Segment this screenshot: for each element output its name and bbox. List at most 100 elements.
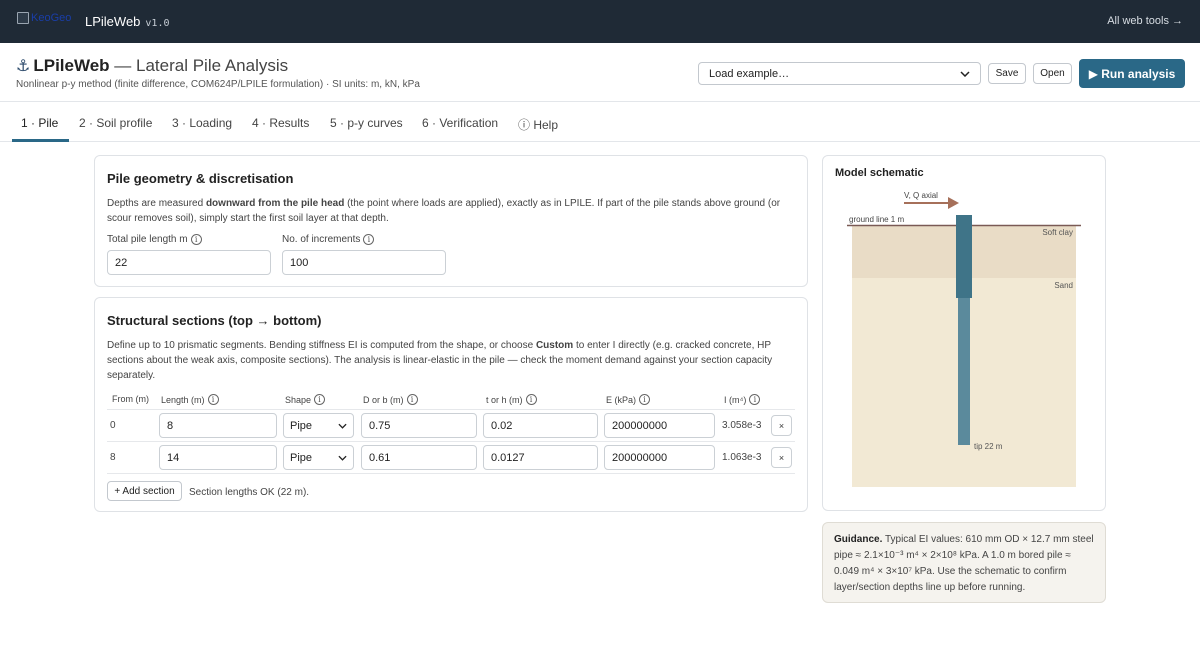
open-button[interactable]: Open xyxy=(1033,63,1072,84)
pile-upper-section xyxy=(956,215,972,298)
sand-label: Sand xyxy=(1054,281,1073,290)
tab-py-curves[interactable]: 5 · p-y curves xyxy=(330,116,403,130)
column-header-from: From (m) xyxy=(112,394,149,404)
column-header-from-text: From (m) xyxy=(112,394,149,404)
info-icon[interactable]: i xyxy=(406,394,418,405)
brand-name: LPileWeb v1.0 xyxy=(85,14,170,29)
column-header-diameter: D or b (m) i xyxy=(363,394,418,405)
pile-tip-label: tip 22 m xyxy=(974,442,1003,451)
app-header: ⚓ LPileWeb — Lateral Pile Analysis Nonlin… xyxy=(0,43,1200,102)
row-thickness-input[interactable]: 0.0127 xyxy=(483,445,598,470)
info-icon[interactable]: i xyxy=(190,234,202,245)
ground-line-label: ground line 1 m xyxy=(849,215,904,224)
desc-text-a: Depths are measured xyxy=(107,198,206,209)
row-modulus-input[interactable]: 200000000 xyxy=(604,445,715,470)
row-diameter-input[interactable]: 0.61 xyxy=(361,445,477,470)
pile-length-input[interactable]: 22 xyxy=(107,250,271,275)
version-label: v1.0 xyxy=(145,18,170,29)
remove-section-button[interactable]: × xyxy=(771,447,792,468)
pile-geometry-title: Pile geometry & discretisation xyxy=(107,171,294,186)
row-divider xyxy=(107,409,795,410)
broken-image-icon xyxy=(17,12,29,24)
active-tab-indicator xyxy=(12,139,69,142)
guidance-heading: Guidance. xyxy=(834,534,883,545)
desc-text-bold: downward from the pile head xyxy=(205,198,345,209)
add-section-button[interactable]: + Add section xyxy=(107,481,182,501)
title-description: — Lateral Pile Analysis xyxy=(114,56,289,75)
page-subtitle: Nonlinear p-y method (finite difference,… xyxy=(16,79,420,90)
column-header-thickness: t or h (m) i xyxy=(486,394,537,405)
section-status-text: Section lengths OK (22 m). xyxy=(189,487,310,498)
guidance-box: Guidance. Typical EI values: 610 mm OD ×… xyxy=(822,522,1106,603)
row-length-input[interactable]: 8 xyxy=(159,413,277,438)
row-shape-value: Pipe xyxy=(290,419,313,432)
tab-pile[interactable]: 1 · Pile xyxy=(21,116,58,130)
column-header-inertia: I (m⁴) i xyxy=(724,394,761,405)
row-modulus-input[interactable]: 200000000 xyxy=(604,413,715,438)
structural-sections-title: Structural sections (top → bottom) xyxy=(107,313,322,328)
chevron-down-icon xyxy=(338,423,347,429)
increments-input[interactable]: 100 xyxy=(282,250,446,275)
column-header-length: Length (m) i xyxy=(161,394,219,405)
row-thickness-input[interactable]: 0.02 xyxy=(483,413,598,438)
save-button[interactable]: Save xyxy=(988,63,1026,84)
row-divider xyxy=(107,473,795,474)
column-header-modulus-text: E (kPa) xyxy=(606,394,637,405)
sections-desc-bold: Custom xyxy=(535,340,574,351)
load-example-select[interactable]: Load example… xyxy=(698,62,981,85)
logo-alt-text: KeoGeo xyxy=(31,12,72,24)
tab-verification[interactable]: 6 · Verification xyxy=(422,116,498,130)
chevron-down-icon xyxy=(960,70,970,77)
brand-label: LPileWeb xyxy=(85,14,141,29)
row-divider xyxy=(107,441,795,442)
soft-clay-label: Soft clay xyxy=(1042,228,1073,237)
load-label: V, Q axial xyxy=(904,191,938,200)
tab-soil-profile[interactable]: 2 · Soil profile xyxy=(79,116,152,130)
info-icon[interactable]: i xyxy=(207,394,219,405)
tab-loading[interactable]: 3 · Loading xyxy=(172,116,232,130)
increments-label-text: No. of increments xyxy=(282,234,361,245)
row-diameter-input[interactable]: 0.75 xyxy=(361,413,477,438)
all-web-tools-link[interactable]: All web tools → xyxy=(1107,15,1183,27)
column-header-thickness-text: t or h (m) xyxy=(486,394,523,405)
row-from-value: 8 xyxy=(110,452,116,463)
remove-section-button[interactable]: × xyxy=(771,415,792,436)
info-icon[interactable]: i xyxy=(525,394,537,405)
pile-length-label-text: Total pile length m xyxy=(107,234,188,245)
row-shape-select[interactable]: Pipe xyxy=(283,413,354,438)
info-icon[interactable]: i xyxy=(314,394,326,405)
load-example-value: Load example… xyxy=(709,67,790,80)
row-from-value: 0 xyxy=(110,420,116,431)
pile-geometry-description: Depths are measured downward from the pi… xyxy=(107,196,797,226)
increments-label: No. of increments i xyxy=(282,234,375,245)
row-shape-select[interactable]: Pipe xyxy=(283,445,354,470)
column-header-diameter-text: D or b (m) xyxy=(363,394,404,405)
pile-length-label: Total pile length mi xyxy=(107,234,202,245)
tab-bar: 1 · Pile 2 · Soil profile 3 · Loading 4 … xyxy=(0,102,1200,142)
arrow-head-icon xyxy=(948,197,959,209)
row-inertia-value: 1.063e-3 xyxy=(722,452,762,463)
run-analysis-button[interactable]: ▶ Run analysis xyxy=(1079,59,1185,88)
column-header-length-text: Length (m) xyxy=(161,394,205,405)
row-inertia-value: 3.058e-3 xyxy=(722,420,762,431)
title-app-name: LPileWeb xyxy=(33,56,110,75)
schematic-drawing: V, Q axial ground line 1 m Soft clay San… xyxy=(847,191,1081,487)
tab-results[interactable]: 4 · Results xyxy=(252,116,309,130)
column-header-shape: Shape i xyxy=(285,394,326,405)
info-icon[interactable]: i xyxy=(749,394,761,405)
info-icon[interactable]: i xyxy=(639,394,651,405)
guidance-text: Guidance. Typical EI values: 610 mm OD ×… xyxy=(834,532,1096,596)
structural-sections-description: Define up to 10 prismatic segments. Bend… xyxy=(107,338,787,383)
column-header-modulus: E (kPa) i xyxy=(606,394,651,405)
column-header-inertia-text: I (m⁴) xyxy=(724,394,747,405)
row-shape-value: Pipe xyxy=(290,451,313,464)
pile-lower-section xyxy=(958,298,970,445)
top-bar: KeoGeo LPileWeb v1.0 All web tools → xyxy=(0,0,1200,43)
row-length-input[interactable]: 14 xyxy=(159,445,277,470)
chevron-down-icon xyxy=(338,455,347,461)
page-title: ⚓ LPileWeb — Lateral Pile Analysis xyxy=(16,56,288,76)
tab-help[interactable]: ⓘ Help xyxy=(518,116,558,133)
logo[interactable]: KeoGeo xyxy=(17,12,71,24)
info-icon[interactable]: i xyxy=(363,234,375,245)
column-header-shape-text: Shape xyxy=(285,394,312,405)
